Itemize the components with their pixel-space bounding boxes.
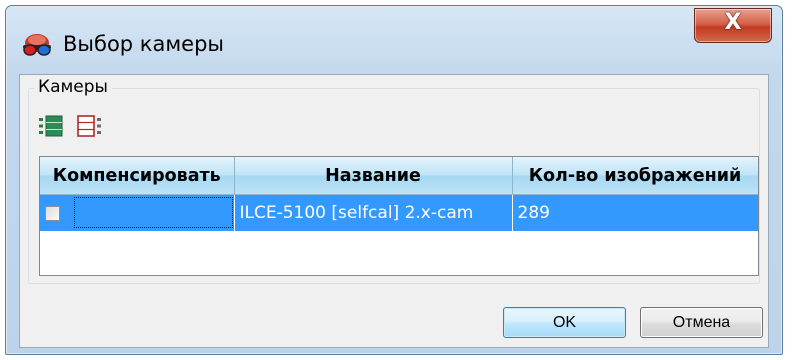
table-header-row: Компенсировать Название Кол-во изображен… (40, 157, 758, 195)
column-header-image-count[interactable]: Кол-во изображений (512, 157, 758, 195)
image-count-cell[interactable]: 289 (512, 194, 758, 231)
cell-focus-rect (74, 197, 233, 228)
table-row[interactable]: ILCE-5100 [selfcal] 2.x-cam 289 (40, 194, 758, 231)
deselect-all-icon[interactable] (77, 115, 103, 137)
column-header-name[interactable]: Название (234, 157, 513, 195)
cameras-table: Компенсировать Название Кол-во изображен… (39, 156, 759, 276)
cameras-groupbox: Камеры Компенсировать Название Кол-во из… (28, 77, 760, 284)
close-icon: X (724, 10, 742, 35)
window-title: Выбор камеры (63, 32, 225, 56)
close-button[interactable]: X (694, 8, 772, 43)
camera-name-cell[interactable]: ILCE-5100 [selfcal] 2.x-cam (234, 194, 513, 231)
select-all-icon[interactable] (38, 115, 64, 137)
title-bar[interactable]: Выбор камеры X (6, 6, 782, 74)
cameras-group-label: Камеры (34, 77, 112, 97)
ok-button[interactable]: OK (503, 307, 626, 338)
dialog-body: Камеры Компенсировать Название Кол-во из… (19, 74, 769, 348)
compensate-cell[interactable] (40, 194, 235, 231)
camera-selection-dialog: Выбор камеры X Камеры Компенсировать Наз… (5, 5, 783, 355)
compensate-checkbox[interactable] (45, 205, 60, 221)
column-header-compensate[interactable]: Компенсировать (40, 157, 235, 195)
cancel-button[interactable]: Отмена (640, 307, 763, 338)
red-blue-glasses-icon (23, 34, 51, 56)
